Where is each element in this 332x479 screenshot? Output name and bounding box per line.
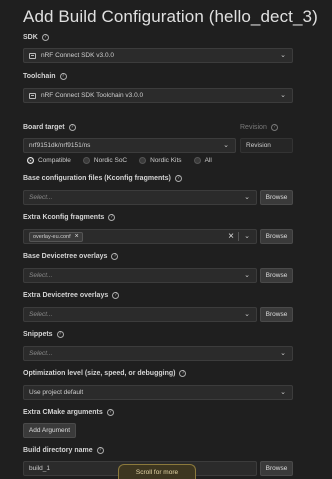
extra-dt-label-text: Extra Devicetree overlays [23, 292, 109, 299]
help-icon[interactable]: ? [96, 447, 104, 454]
sdk-value: nRF Connect SDK v3.0.0 [41, 52, 114, 59]
cmake-label: Extra CMake arguments ? [23, 409, 114, 416]
base-dt-browse-button[interactable]: Browse [260, 268, 293, 283]
snippets-placeholder: Select... [29, 350, 53, 357]
chevron-down-icon: ⌄ [244, 193, 250, 201]
page-title: Add Build Configuration (hello_dect_3) [23, 7, 318, 26]
build-dir-browse-button[interactable]: Browse [260, 461, 293, 476]
sdk-label: SDK ? [23, 34, 49, 41]
help-icon[interactable]: ? [174, 175, 182, 182]
chevron-down-icon: ⌄ [280, 91, 286, 99]
scroll-for-more-hint[interactable]: Scroll for more [118, 464, 196, 479]
extra-kconfig-label: Extra Kconfig fragments ? [23, 214, 116, 221]
chevron-down-icon: ⌄ [223, 141, 229, 149]
build-dir-label-text: Build directory name [23, 447, 93, 454]
help-icon[interactable]: ? [68, 124, 76, 131]
extra-dt-placeholder: Select... [29, 311, 53, 318]
revision-label-text: Revision [240, 124, 267, 131]
cmake-label-text: Extra CMake arguments [23, 409, 103, 416]
chevron-down-icon: ⌄ [244, 232, 250, 240]
build-dir-label: Build directory name ? [23, 447, 104, 454]
sdk-select[interactable]: nRF Connect SDK v3.0.0 ⌄ [23, 48, 293, 63]
help-icon: ? [270, 124, 278, 131]
filter-label: All [204, 157, 212, 164]
add-argument-button[interactable]: Add Argument [23, 423, 76, 438]
optimization-label-text: Optimization level (size, speed, or debu… [23, 370, 176, 377]
divider [238, 232, 239, 241]
help-icon[interactable]: ? [108, 214, 116, 221]
extra-kconfig-label-text: Extra Kconfig fragments [23, 214, 105, 221]
kconfig-select[interactable]: Select... ⌄ [23, 190, 257, 205]
snippets-label-text: Snippets [23, 331, 53, 338]
optimization-select[interactable]: Use project default ⌄ [23, 385, 293, 400]
chevron-down-icon: ⌄ [280, 388, 286, 396]
extra-dt-browse-button[interactable]: Browse [260, 307, 293, 322]
radio-icon [139, 157, 147, 164]
toolchain-label-text: Toolchain [23, 73, 56, 80]
filter-all[interactable]: All [193, 157, 212, 164]
help-icon[interactable]: ? [106, 409, 114, 416]
chip-label: overlay-eu.conf [33, 233, 71, 240]
base-dt-select[interactable]: Select... ⌄ [23, 268, 257, 283]
board-value: nrf9151dk/nrf9151/ns [29, 142, 91, 149]
toolchain-value: nRF Connect SDK Toolchain v3.0.0 [41, 92, 144, 99]
toolchain-icon [29, 92, 36, 99]
filter-nordic-kits[interactable]: Nordic Kits [139, 157, 182, 164]
extra-kconfig-browse-button[interactable]: Browse [260, 229, 293, 244]
kconfig-label: Base configuration files (Kconfig fragme… [23, 175, 182, 182]
radio-icon [193, 157, 201, 164]
filter-label: Nordic Kits [150, 157, 182, 164]
radio-selected-icon [27, 157, 34, 164]
sdk-icon [29, 52, 36, 59]
board-select[interactable]: nrf9151dk/nrf9151/ns ⌄ [23, 138, 236, 153]
filter-label: Compatible [38, 157, 71, 164]
extra-dt-label: Extra Devicetree overlays ? [23, 292, 120, 299]
extra-dt-select[interactable]: Select... ⌄ [23, 307, 257, 322]
board-filter-group: Compatible Nordic SoC Nordic Kits All [27, 157, 212, 164]
optimization-value: Use project default [29, 389, 84, 396]
revision-placeholder: Revision [246, 142, 271, 149]
board-label-text: Board target [23, 124, 65, 131]
snippets-select[interactable]: Select... ⌄ [23, 346, 293, 361]
base-dt-label-text: Base Devicetree overlays [23, 253, 108, 260]
chip-container: overlay-eu.conf × [29, 231, 228, 242]
chevron-down-icon: ⌄ [280, 51, 286, 59]
filter-label: Nordic SoC [93, 157, 128, 164]
filter-nordic-soc[interactable]: Nordic SoC [82, 157, 128, 164]
radio-icon [82, 157, 90, 164]
chevron-down-icon: ⌄ [280, 349, 286, 357]
help-icon[interactable]: ? [112, 292, 120, 299]
help-icon[interactable]: ? [56, 331, 64, 338]
help-icon[interactable]: ? [179, 370, 187, 377]
base-dt-label: Base Devicetree overlays ? [23, 253, 119, 260]
base-dt-placeholder: Select... [29, 272, 53, 279]
extra-kconfig-select[interactable]: overlay-eu.conf × × ⌄ [23, 229, 257, 244]
kconfig-browse-button[interactable]: Browse [260, 190, 293, 205]
chevron-down-icon: ⌄ [244, 310, 250, 318]
optimization-label: Optimization level (size, speed, or debu… [23, 370, 187, 377]
kconfig-chip: overlay-eu.conf × [29, 231, 83, 242]
chevron-down-icon: ⌄ [244, 271, 250, 279]
filter-compatible[interactable]: Compatible [27, 157, 71, 164]
close-icon[interactable]: × [75, 233, 79, 240]
sdk-label-text: SDK [23, 34, 38, 41]
help-icon[interactable]: ? [59, 73, 67, 80]
help-icon[interactable]: ? [41, 34, 49, 41]
revision-input[interactable]: Revision [240, 138, 293, 153]
toolchain-select[interactable]: nRF Connect SDK Toolchain v3.0.0 ⌄ [23, 88, 293, 103]
kconfig-placeholder: Select... [29, 194, 53, 201]
toolchain-label: Toolchain ? [23, 73, 67, 80]
revision-label: Revision ? [240, 124, 278, 131]
kconfig-label-text: Base configuration files (Kconfig fragme… [23, 175, 171, 182]
board-label: Board target ? [23, 124, 76, 131]
snippets-label: Snippets ? [23, 331, 64, 338]
clear-icon[interactable]: × [228, 231, 234, 242]
help-icon[interactable]: ? [111, 253, 119, 260]
